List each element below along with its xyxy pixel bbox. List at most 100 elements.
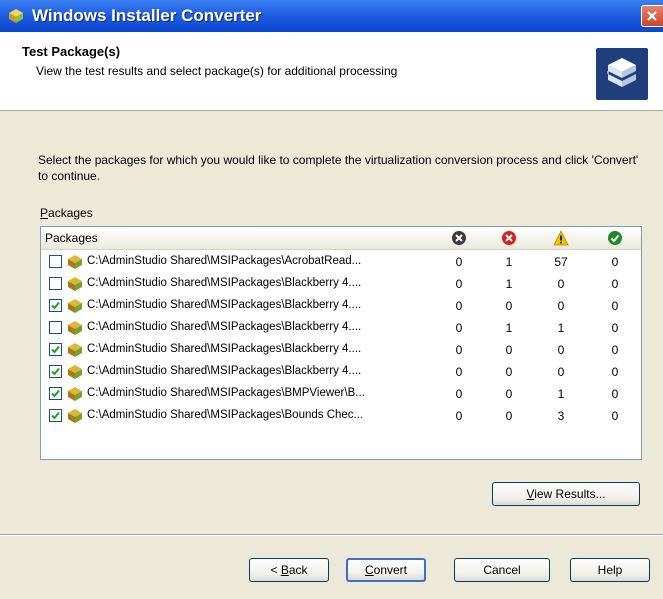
checkmark-icon	[51, 367, 60, 376]
view-results-button[interactable]: View Results...	[492, 482, 640, 506]
count-cell: 0	[455, 255, 463, 269]
table-row[interactable]: C:\AdminStudio Shared\MSIPackages\Blackb…	[41, 317, 641, 339]
table-row[interactable]: C:\AdminStudio Shared\MSIPackages\Blackb…	[41, 295, 641, 317]
row-checkbox[interactable]	[49, 409, 62, 422]
error-icon[interactable]	[501, 230, 517, 246]
msi-package-icon	[67, 254, 83, 270]
package-box-icon	[596, 48, 648, 100]
count-cell: 0	[455, 277, 463, 291]
back-button[interactable]: < Back	[249, 558, 329, 582]
msi-package-icon	[67, 408, 83, 424]
count-cell: 0	[505, 409, 513, 423]
package-path: C:\AdminStudio Shared\MSIPackages\Blackb…	[87, 343, 362, 355]
row-checkbox[interactable]	[49, 321, 62, 334]
msi-package-icon	[67, 386, 83, 402]
checkmark-icon	[51, 345, 60, 354]
count-cell: 0	[611, 343, 619, 357]
count-cell: 0	[611, 255, 619, 269]
package-path: C:\AdminStudio Shared\MSIPackages\Blackb…	[87, 365, 362, 377]
row-checkbox[interactable]	[49, 299, 62, 312]
package-path: C:\AdminStudio Shared\MSIPackages\Acroba…	[87, 255, 362, 267]
table-row[interactable]: C:\AdminStudio Shared\MSIPackages\Blackb…	[41, 339, 641, 361]
window-title: Windows Installer Converter	[32, 6, 262, 25]
checkmark-icon	[51, 389, 60, 398]
table-row[interactable]: C:\AdminStudio Shared\MSIPackages\Bounds…	[41, 405, 641, 427]
checkmark-icon	[51, 301, 60, 310]
count-cell: 0	[455, 321, 463, 335]
package-path: C:\AdminStudio Shared\MSIPackages\Bounds…	[87, 409, 364, 421]
row-checkbox[interactable]	[49, 387, 62, 400]
count-cell: 0	[611, 299, 619, 313]
count-cell: 0	[611, 387, 619, 401]
count-cell: 0	[455, 387, 463, 401]
back-rest: ack	[288, 563, 308, 577]
table-row[interactable]: C:\AdminStudio Shared\MSIPackages\Acroba…	[41, 251, 641, 273]
package-path: C:\AdminStudio Shared\MSIPackages\BMPVie…	[87, 387, 365, 399]
count-cell: 0	[455, 299, 463, 313]
package-path: C:\AdminStudio Shared\MSIPackages\Blackb…	[87, 277, 362, 289]
packages-group-label: Packages	[40, 206, 93, 220]
row-checkbox[interactable]	[49, 255, 62, 268]
app-icon	[8, 8, 24, 24]
count-cell: 0	[505, 365, 513, 379]
convert-button[interactable]: Convert	[346, 558, 426, 582]
convert-accel: C	[364, 563, 374, 577]
row-checkbox[interactable]	[49, 343, 62, 356]
close-button[interactable]	[641, 5, 663, 27]
count-cell: 0	[505, 299, 513, 313]
blocked-icon[interactable]	[451, 230, 467, 246]
count-cell: 0	[611, 409, 619, 423]
count-cell: 0	[505, 343, 513, 357]
count-cell: 1	[557, 387, 565, 401]
count-cell: 1	[505, 277, 513, 291]
msi-package-icon	[67, 342, 83, 358]
table-row[interactable]: C:\AdminStudio Shared\MSIPackages\Blackb…	[41, 273, 641, 295]
back-prefix: <	[270, 563, 281, 577]
row-checkbox[interactable]	[49, 277, 62, 290]
count-cell: 0	[557, 277, 565, 291]
close-icon	[647, 11, 657, 21]
count-cell: 0	[557, 365, 565, 379]
count-cell: 0	[455, 409, 463, 423]
count-cell: 57	[554, 255, 568, 269]
success-icon[interactable]	[607, 230, 623, 246]
page-subtitle: View the test results and select package…	[36, 64, 398, 78]
count-cell: 0	[557, 343, 565, 357]
title-bar[interactable]: Windows Installer Converter	[0, 0, 663, 32]
column-header-packages[interactable]: Packages	[45, 231, 98, 245]
count-cell: 1	[505, 255, 513, 269]
help-button[interactable]: Help	[570, 558, 650, 582]
package-path: C:\AdminStudio Shared\MSIPackages\Blackb…	[87, 321, 362, 333]
convert-rest: onvert	[373, 563, 408, 577]
count-cell: 0	[611, 365, 619, 379]
count-cell: 0	[611, 277, 619, 291]
instruction-text: Select the packages for which you would …	[38, 153, 639, 183]
msi-package-icon	[67, 364, 83, 380]
checkmark-icon	[51, 411, 60, 420]
packages-label-rest: ackages	[48, 206, 93, 220]
footer-separator	[0, 534, 663, 536]
wizard-header: Test Package(s) View the test results an…	[0, 32, 663, 111]
row-checkbox[interactable]	[49, 365, 62, 378]
cancel-button[interactable]: Cancel	[454, 558, 550, 582]
count-cell: 3	[557, 409, 565, 423]
listview-header: Packages	[41, 227, 641, 250]
count-cell: 0	[611, 321, 619, 335]
count-cell: 0	[505, 387, 513, 401]
msi-package-icon	[67, 320, 83, 336]
count-cell: 0	[455, 343, 463, 357]
installer-converter-window: Windows Installer Converter Test Package…	[0, 0, 663, 599]
count-cell: 0	[557, 299, 565, 313]
table-row[interactable]: C:\AdminStudio Shared\MSIPackages\BMPVie…	[41, 383, 641, 405]
table-row[interactable]: C:\AdminStudio Shared\MSIPackages\Blackb…	[41, 361, 641, 383]
msi-package-icon	[67, 298, 83, 314]
packages-listview[interactable]: Packages C:\AdminStudio Shared\MSIPackag…	[40, 226, 642, 460]
count-cell: 1	[557, 321, 565, 335]
page-title: Test Package(s)	[22, 44, 121, 59]
warning-icon[interactable]	[553, 230, 569, 246]
count-cell: 0	[455, 365, 463, 379]
view-results-rest: iew Results...	[534, 487, 606, 501]
back-accel: B	[280, 563, 289, 577]
msi-package-icon	[67, 276, 83, 292]
package-path: C:\AdminStudio Shared\MSIPackages\Blackb…	[87, 299, 362, 311]
